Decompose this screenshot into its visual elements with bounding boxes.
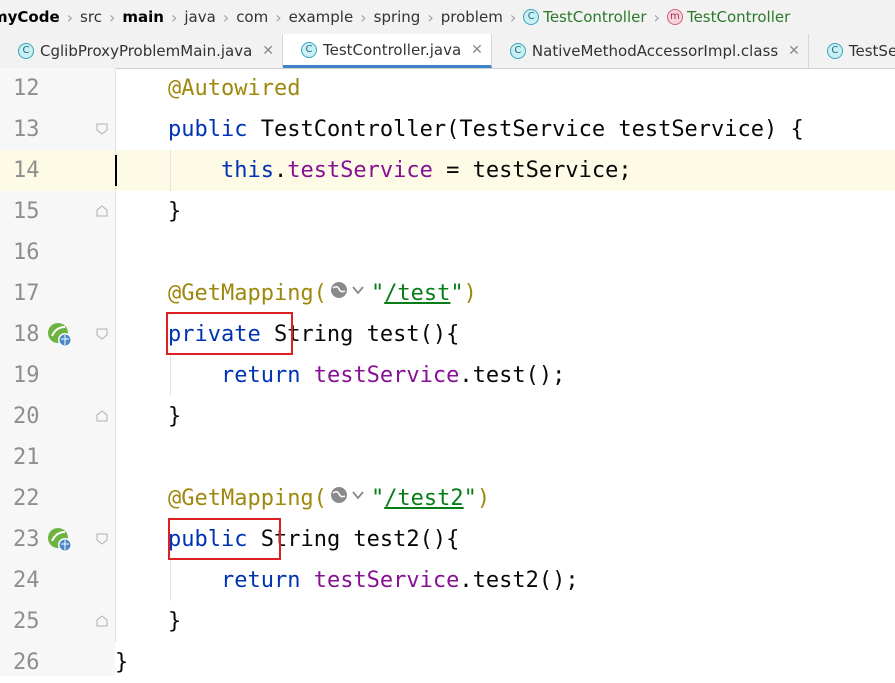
tab-native-method-accessor-impl[interactable]: C NativeMethodAccessorImpl.class ✕ (492, 34, 809, 68)
code-text: @GetMapping("/test") (115, 273, 477, 314)
code-line: 17 @GetMapping("/test") (0, 273, 895, 314)
tab-test-service[interactable]: C TestServic (809, 34, 895, 68)
tab-label: TestController.java (323, 40, 462, 59)
close-icon[interactable]: ✕ (258, 43, 274, 59)
line-number: 13 (13, 117, 40, 142)
code-line: 24 return testService.test2(); (0, 560, 895, 601)
line-number: 25 (13, 609, 40, 634)
tab-label: TestServic (848, 42, 895, 60)
fold-icon[interactable] (96, 533, 108, 545)
code-line: 22 @GetMapping("/test2") (0, 478, 895, 519)
line-number: 14 (13, 158, 40, 183)
breadcrumb-java[interactable]: java (180, 8, 219, 26)
line-number: 23 (13, 527, 40, 552)
class-icon: C (301, 41, 318, 58)
code-line: 15 } (0, 191, 895, 232)
globe-icon[interactable] (329, 274, 369, 315)
indent-guide (170, 560, 171, 601)
breadcrumb: myCode › src › main › java › com › examp… (0, 0, 895, 34)
line-number: 22 (13, 486, 40, 511)
code-line: 20 } (0, 396, 895, 437)
editor-tabs: C CglibProxyProblemMain.java ✕ C TestCon… (0, 34, 895, 69)
breadcrumb-main[interactable]: main (118, 8, 168, 26)
tab-test-controller[interactable]: C TestController.java ✕ (283, 34, 492, 68)
line-number: 26 (13, 650, 40, 675)
fold-icon[interactable] (96, 410, 108, 422)
tab-label: NativeMethodAccessorImpl.class (531, 42, 779, 60)
code-line: 19 return testService.test(); (0, 355, 895, 396)
globe-icon[interactable] (329, 479, 369, 520)
tab-label: CglibProxyProblemMain.java (40, 42, 253, 60)
code-text: @Autowired (167, 76, 301, 101)
line-number: 20 (13, 404, 40, 429)
chevron-right-icon: › (222, 7, 230, 27)
breadcrumb-method-label: TestController (686, 8, 791, 26)
line-number: 19 (13, 363, 40, 388)
spring-bean-icon[interactable] (47, 527, 73, 553)
line-number: 21 (13, 445, 40, 470)
method-icon: m (666, 9, 683, 25)
fold-icon[interactable] (96, 328, 108, 340)
code-line: 12 @Autowired (0, 68, 895, 109)
code-line: 13 public TestController(TestService tes… (0, 109, 895, 150)
fold-icon[interactable] (96, 123, 108, 135)
line-number: 15 (13, 199, 40, 224)
code-text: this.testService = testService; (220, 158, 632, 183)
class-icon: C (826, 43, 843, 59)
class-icon: C (509, 43, 526, 59)
spring-bean-icon[interactable] (47, 322, 73, 348)
close-icon[interactable]: ✕ (467, 42, 483, 58)
code-line: 18 private String test(){ (0, 314, 895, 355)
code-text: } (115, 650, 129, 675)
code-line: 23 public String test2(){ (0, 519, 895, 560)
code-text: public String test2(){ (167, 527, 460, 552)
breadcrumb-class[interactable]: C TestController › (519, 8, 663, 27)
class-icon: C (18, 43, 34, 59)
chevron-right-icon: › (360, 7, 367, 27)
breadcrumb-src[interactable]: src (76, 8, 106, 26)
fold-icon[interactable] (96, 205, 108, 217)
indent-guide (170, 150, 171, 191)
text-caret (115, 155, 117, 186)
breadcrumb-problem[interactable]: problem (437, 8, 507, 26)
breadcrumb-example[interactable]: example (285, 8, 358, 26)
code-line: 21 (0, 437, 895, 478)
line-number: 12 (13, 76, 40, 101)
breadcrumb-project[interactable]: myCode (0, 8, 64, 26)
breadcrumb-spring[interactable]: spring (370, 8, 425, 26)
close-icon[interactable]: ✕ (784, 43, 800, 59)
chevron-right-icon: › (108, 7, 116, 27)
line-number: 18 (13, 322, 40, 347)
chevron-right-icon: › (653, 7, 660, 27)
breadcrumb-class-label: TestController (543, 8, 647, 26)
code-text: public TestController(TestService testSe… (167, 117, 804, 142)
chevron-right-icon: › (66, 7, 74, 27)
code-text: } (167, 609, 182, 634)
class-icon: C (523, 9, 540, 25)
tab-cglib-proxy-problem-main[interactable]: C CglibProxyProblemMain.java ✕ (0, 34, 284, 68)
line-number: 24 (13, 568, 40, 593)
highlight-box-private (166, 312, 293, 355)
chevron-right-icon: › (427, 7, 434, 27)
code-line: 16 (0, 232, 895, 273)
code-line-current: 14 this.testService = testService; (0, 150, 895, 191)
indent-guide (170, 355, 171, 396)
code-text: } (167, 404, 182, 429)
code-line: 25 } (0, 601, 895, 642)
line-number: 17 (13, 281, 40, 306)
code-text: return testService.test(); (220, 363, 566, 388)
code-text: @GetMapping("/test2") (115, 478, 490, 519)
highlight-box-public (168, 518, 281, 560)
breadcrumb-method[interactable]: m TestController (663, 8, 794, 26)
line-number: 16 (13, 240, 40, 265)
code-line: 26 } (0, 642, 895, 683)
code-editor[interactable]: 12 @Autowired 13 public TestController(T… (0, 68, 895, 676)
breadcrumb-com[interactable]: com (232, 8, 272, 26)
fold-icon[interactable] (96, 615, 108, 627)
chevron-right-icon: › (509, 7, 517, 27)
code-text: return testService.test2(); (220, 568, 579, 593)
chevron-right-icon: › (275, 7, 282, 27)
chevron-right-icon: › (170, 7, 178, 27)
code-text: } (167, 199, 182, 224)
